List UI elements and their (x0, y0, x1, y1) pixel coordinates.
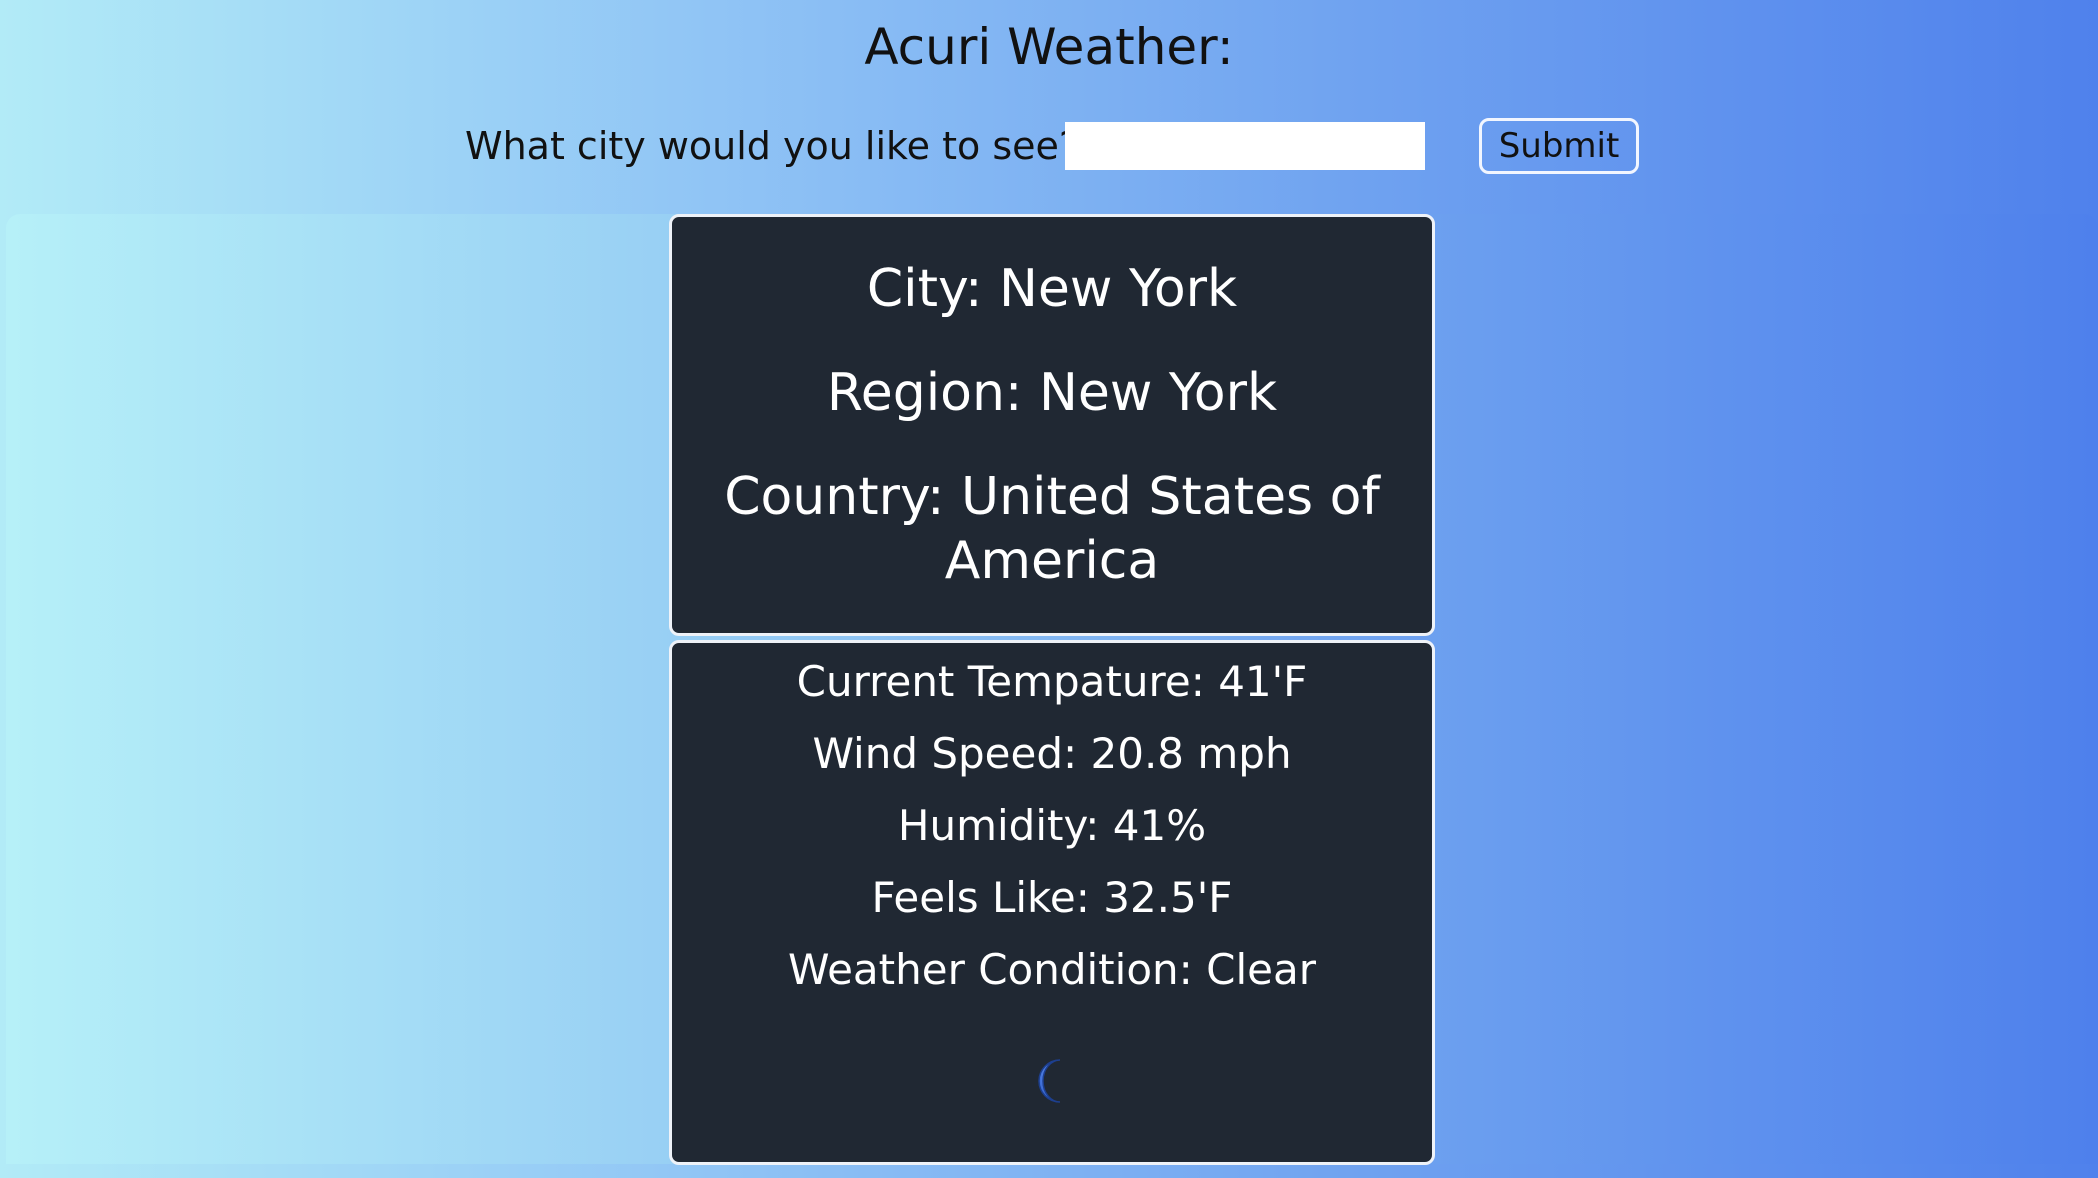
city-prompt-label: What city would you like to see? (465, 124, 1080, 168)
city-search-input[interactable] (1065, 122, 1425, 170)
moon-icon (1038, 1059, 1061, 1103)
location-card: City: New York Region: New York Country:… (669, 214, 1435, 636)
country-text: Country: United States of America (724, 467, 1380, 591)
region-text: Region: New York (826, 363, 1278, 423)
humidity-text: Humidity: 41% (897, 801, 1207, 850)
wind-speed-text: Wind Speed: 20.8 mph (812, 729, 1292, 778)
app-title: Acuri Weather: (864, 18, 1234, 76)
city-text: City: New York (866, 259, 1238, 319)
temperature-text: Current Tempature: 41'F (796, 657, 1308, 706)
feels-like-text: Feels Like: 32.5'F (871, 873, 1233, 922)
weather-condition-text: Weather Condition: Clear (788, 945, 1316, 994)
header: Acuri Weather: What city would you like … (0, 0, 2098, 214)
weather-card: Current Tempature: 41'F Wind Speed: 20.8… (669, 640, 1435, 1165)
submit-button[interactable]: Submit (1479, 118, 1639, 174)
